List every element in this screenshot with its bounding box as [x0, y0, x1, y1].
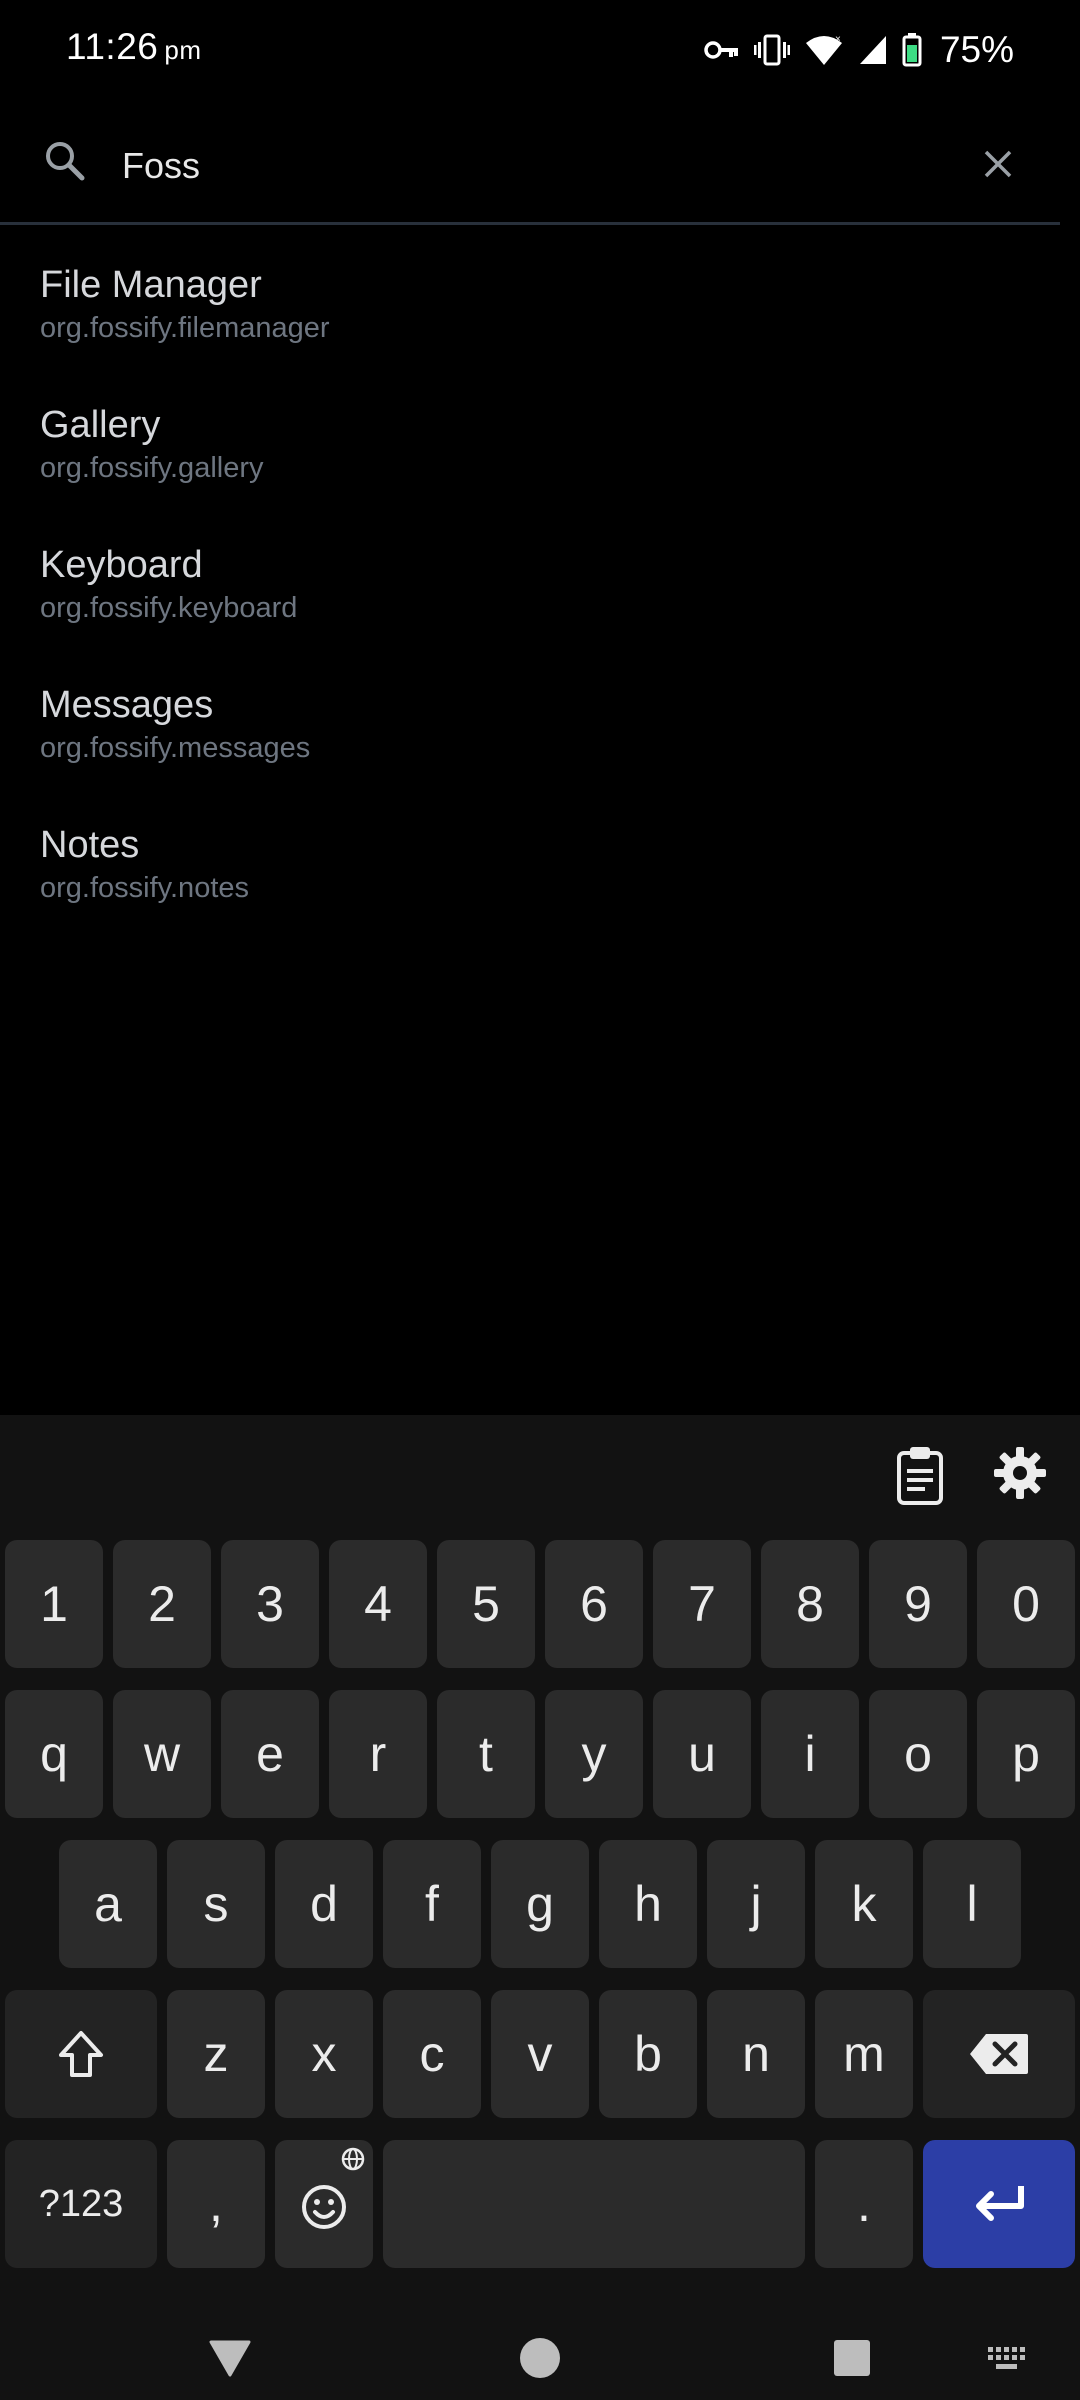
recents-button[interactable] [812, 2315, 892, 2400]
keyboard: 1 2 3 4 5 6 7 8 9 0 q w e r t y u i o p … [0, 1415, 1080, 2315]
key-8[interactable]: 8 [761, 1540, 859, 1668]
key-c[interactable]: c [383, 1990, 481, 2118]
list-item[interactable]: Gallery org.fossify.gallery [0, 402, 1080, 542]
search-icon [46, 142, 85, 181]
key-5[interactable]: 5 [437, 1540, 535, 1668]
key-0[interactable]: 0 [977, 1540, 1075, 1668]
key-m[interactable]: m [815, 1990, 913, 2118]
enter-key[interactable] [923, 2140, 1075, 2268]
key-n[interactable]: n [707, 1990, 805, 2118]
clipboard-icon[interactable] [895, 1445, 945, 1505]
key-o[interactable]: o [869, 1690, 967, 1818]
shift-arrow-icon [59, 2031, 103, 2077]
battery-icon [902, 33, 922, 67]
clock: 11:26 pm [66, 26, 201, 68]
search-bar [0, 110, 1060, 225]
cell-signal-icon [859, 36, 886, 64]
key-k[interactable]: k [815, 1840, 913, 1968]
enter-arrow-icon [976, 2186, 1024, 2221]
app-title: File Manager [40, 264, 262, 306]
clock-ampm: pm [164, 35, 202, 65]
key-7[interactable]: 7 [653, 1540, 751, 1668]
key-x[interactable]: x [275, 1990, 373, 2118]
settings-gear-icon[interactable] [993, 1446, 1047, 1500]
key-l[interactable]: l [923, 1840, 1021, 1968]
key-s[interactable]: s [167, 1840, 265, 1968]
key-4[interactable]: 4 [329, 1540, 427, 1668]
comma-key[interactable]: , [167, 2140, 265, 2268]
close-icon[interactable] [978, 144, 1018, 184]
status-icons: × 75% [704, 28, 1014, 72]
app-package: org.fossify.messages [40, 732, 311, 764]
key-9[interactable]: 9 [869, 1540, 967, 1668]
backspace-key[interactable] [923, 1990, 1075, 2118]
app-title: Messages [40, 684, 214, 726]
key-q[interactable]: q [5, 1690, 103, 1818]
back-triangle-icon [209, 2340, 251, 2376]
key-b[interactable]: b [599, 1990, 697, 2118]
keyboard-switch-button[interactable] [968, 2315, 1048, 2400]
key-h[interactable]: h [599, 1840, 697, 1968]
list-item[interactable]: Keyboard org.fossify.keyboard [0, 542, 1080, 682]
keyboard-switch-icon [988, 2346, 1025, 2369]
app-package: org.fossify.gallery [40, 452, 264, 484]
key-j[interactable]: j [707, 1840, 805, 1968]
battery-percent: 75% [939, 29, 1014, 70]
emoji-key[interactable] [275, 2140, 373, 2268]
key-w[interactable]: w [113, 1690, 211, 1818]
svg-text:×: × [835, 34, 841, 45]
app-package: org.fossify.filemanager [40, 312, 330, 344]
vpn-key-icon [704, 41, 738, 59]
app-title: Keyboard [40, 544, 203, 586]
key-u[interactable]: u [653, 1690, 751, 1818]
app-package: org.fossify.notes [40, 872, 250, 904]
search-input[interactable] [122, 136, 942, 196]
home-circle-icon [520, 2337, 560, 2378]
vibrate-icon [753, 34, 790, 66]
app-package: org.fossify.keyboard [40, 592, 298, 624]
back-button[interactable] [190, 2315, 270, 2400]
list-item[interactable]: Messages org.fossify.messages [0, 682, 1080, 822]
shift-key[interactable] [5, 1990, 157, 2118]
key-y[interactable]: y [545, 1690, 643, 1818]
list-item[interactable]: Notes org.fossify.notes [0, 822, 1080, 962]
key-v[interactable]: v [491, 1990, 589, 2118]
clock-time: 11:26 [66, 26, 159, 67]
list-item[interactable]: File Manager org.fossify.filemanager [0, 262, 1080, 402]
symbols-key[interactable]: ?123 [5, 2140, 157, 2268]
period-key[interactable]: . [815, 2140, 913, 2268]
app-title: Notes [40, 824, 140, 866]
key-p[interactable]: p [977, 1690, 1075, 1818]
key-e[interactable]: e [221, 1690, 319, 1818]
key-i[interactable]: i [761, 1690, 859, 1818]
status-bar: 11:26 pm × 75% [0, 0, 1080, 100]
key-a[interactable]: a [59, 1840, 157, 1968]
key-t[interactable]: t [437, 1690, 535, 1818]
results-list: File Manager org.fossify.filemanager Gal… [0, 262, 1080, 962]
emoji-icon [302, 2147, 365, 2229]
wifi-icon: × [805, 34, 842, 65]
key-6[interactable]: 6 [545, 1540, 643, 1668]
symbols-label: ?123 [38, 2182, 124, 2225]
key-z[interactable]: z [167, 1990, 265, 2118]
navigation-bar [0, 2315, 1080, 2400]
space-key[interactable] [383, 2140, 805, 2268]
key-r[interactable]: r [329, 1690, 427, 1818]
key-d[interactable]: d [275, 1840, 373, 1968]
key-f[interactable]: f [383, 1840, 481, 1968]
app-title: Gallery [40, 404, 161, 446]
key-g[interactable]: g [491, 1840, 589, 1968]
key-3[interactable]: 3 [221, 1540, 319, 1668]
key-2[interactable]: 2 [113, 1540, 211, 1668]
recents-square-icon [834, 2339, 870, 2376]
key-1[interactable]: 1 [5, 1540, 103, 1668]
home-button[interactable] [500, 2315, 580, 2400]
backspace-icon [970, 2034, 1028, 2074]
